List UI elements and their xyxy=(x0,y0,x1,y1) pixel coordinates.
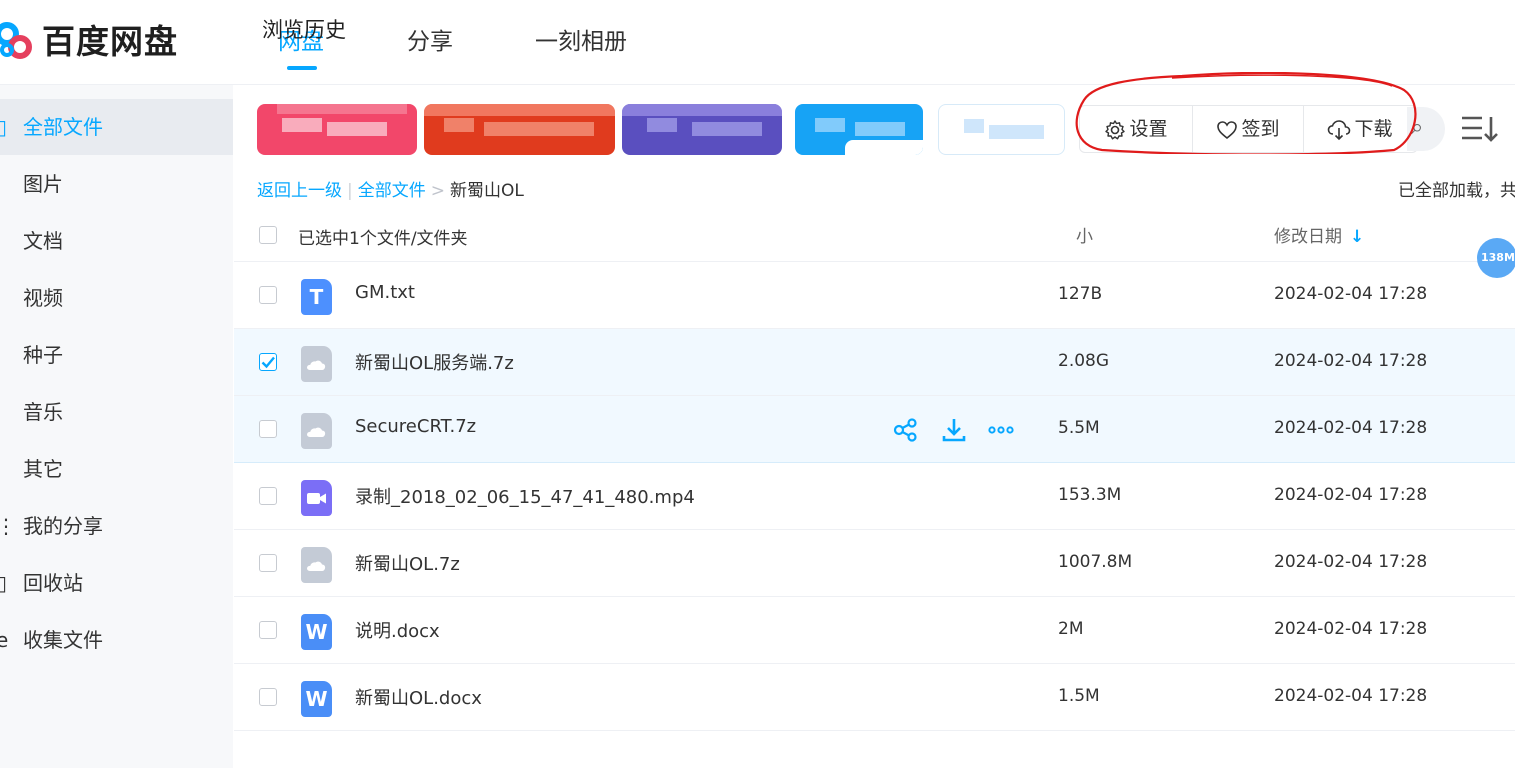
sidebar-item-others[interactable]: 其它 xyxy=(0,441,233,497)
promo-banner-5[interactable] xyxy=(938,104,1065,155)
sidebar: ▯ 全部文件 图片 文档 视频 种子 音乐 其它 ⋮ 我的分享 ▯ 回收站 e … xyxy=(0,85,233,768)
file-size: 127B xyxy=(1058,284,1103,304)
txt-file-icon: T xyxy=(301,279,332,315)
sidebar-item-videos[interactable]: 视频 xyxy=(0,270,233,326)
archive-file-icon xyxy=(301,547,332,583)
sidebar-item-label: 图片 xyxy=(23,172,63,196)
select-all-checkbox[interactable] xyxy=(259,226,277,244)
file-size: 5.5M xyxy=(1058,418,1100,438)
sidebar-item-images[interactable]: 图片 xyxy=(0,156,233,212)
row-checkbox[interactable] xyxy=(259,353,277,371)
file-name[interactable]: 说明.docx xyxy=(355,617,440,643)
file-list-header: 已选中1个文件/文件夹 小 修改日期 ↓ xyxy=(234,208,1515,262)
trash-icon: ▯ xyxy=(0,571,8,595)
archive-file-icon xyxy=(301,413,332,449)
tab-moment-album[interactable]: 一刻相册 xyxy=(535,22,627,56)
file-row[interactable]: 新蜀山OL服务端.7z 2.08G 2024-02-04 17:28 xyxy=(234,329,1515,396)
sidebar-item-label: 文档 xyxy=(23,229,63,253)
active-tab-indicator xyxy=(287,66,317,70)
sidebar-item-music[interactable]: 音乐 xyxy=(0,384,233,440)
promo-banner-4[interactable] xyxy=(795,104,923,155)
breadcrumb-back-link[interactable]: 返回上一级 xyxy=(257,181,342,201)
sidebar-item-label: 回收站 xyxy=(23,571,83,595)
share-icon[interactable] xyxy=(892,416,920,444)
sidebar-item-label: 全部文件 xyxy=(23,115,103,139)
file-size: 2.08G xyxy=(1058,351,1110,371)
sidebar-item-label: 我的分享 xyxy=(23,514,103,538)
row-checkbox[interactable] xyxy=(259,420,277,438)
sidebar-item-all-files[interactable]: ▯ 全部文件 xyxy=(0,99,233,155)
file-name[interactable]: 录制_2018_02_06_15_47_41_480.mp4 xyxy=(355,483,695,509)
sidebar-item-collect-files[interactable]: e 收集文件 xyxy=(0,612,233,668)
breadcrumb-current: 新蜀山OL xyxy=(449,181,524,201)
promo-banner-2[interactable] xyxy=(424,104,615,155)
file-name[interactable]: SecureCRT.7z xyxy=(355,416,476,437)
breadcrumb: 返回上一级 | 全部文件 > 新蜀山OL xyxy=(257,176,524,201)
sidebar-item-label: 收集文件 xyxy=(23,628,103,652)
row-checkbox[interactable] xyxy=(259,487,277,505)
row-checkbox[interactable] xyxy=(259,621,277,639)
sort-down-arrow-icon: ↓ xyxy=(1350,227,1365,247)
file-row[interactable]: W 说明.docx 2M 2024-02-04 17:28 xyxy=(234,597,1515,664)
file-size: 1007.8M xyxy=(1058,552,1133,572)
promo-banner-3[interactable] xyxy=(622,104,782,155)
annotation-red-circle xyxy=(1075,72,1417,154)
video-file-icon xyxy=(301,480,332,516)
file-date: 2024-02-04 17:28 xyxy=(1274,485,1428,505)
file-date: 2024-02-04 17:28 xyxy=(1274,619,1428,639)
file-date: 2024-02-04 17:28 xyxy=(1274,351,1428,371)
app-logo-text[interactable]: 百度网盘 xyxy=(42,15,178,63)
download-icon[interactable] xyxy=(940,416,968,444)
sidebar-item-label: 音乐 xyxy=(23,400,63,424)
file-date: 2024-02-04 17:28 xyxy=(1274,552,1428,572)
tab-share[interactable]: 分享 xyxy=(407,22,453,56)
file-size: 1.5M xyxy=(1058,686,1100,706)
promo-banner-1[interactable] xyxy=(257,104,417,155)
breadcrumb-root-link[interactable]: 全部文件 xyxy=(358,181,426,201)
breadcrumb-divider: | xyxy=(347,181,353,201)
file-name[interactable]: 新蜀山OL服务端.7z xyxy=(355,349,514,375)
breadcrumb-chevron-icon: > xyxy=(430,181,445,201)
load-status-text: 已全部加载，共 xyxy=(1398,181,1515,201)
file-date: 2024-02-04 17:28 xyxy=(1274,284,1428,304)
baidu-netdisk-logo-icon[interactable] xyxy=(0,14,36,62)
browse-history-label[interactable]: 浏览历史 xyxy=(262,14,346,44)
file-name[interactable]: GM.txt xyxy=(355,282,415,303)
sort-icon[interactable] xyxy=(1460,114,1500,144)
file-date: 2024-02-04 17:28 xyxy=(1274,686,1428,706)
file-row[interactable]: SecureCRT.7z 5.5M 2024-02-04 17:28 xyxy=(234,396,1515,463)
size-column-header[interactable]: 小 xyxy=(1076,222,1093,247)
sidebar-item-my-shares[interactable]: ⋮ 我的分享 xyxy=(0,498,233,554)
file-row[interactable]: 新蜀山OL.7z 1007.8M 2024-02-04 17:28 xyxy=(234,530,1515,597)
sidebar-item-documents[interactable]: 文档 xyxy=(0,213,233,269)
more-options-icon[interactable] xyxy=(987,416,1015,444)
word-file-icon: W xyxy=(301,681,332,717)
sidebar-item-label: 种子 xyxy=(23,343,63,367)
word-file-icon: W xyxy=(301,614,332,650)
file-date: 2024-02-04 17:28 xyxy=(1274,418,1428,438)
checkmark-icon xyxy=(261,356,275,369)
file-name[interactable]: 新蜀山OL.7z xyxy=(355,550,460,576)
row-checkbox[interactable] xyxy=(259,554,277,572)
archive-file-icon xyxy=(301,346,332,382)
sidebar-item-recycle-bin[interactable]: ▯ 回收站 xyxy=(0,555,233,611)
folder-icon: ▯ xyxy=(0,115,8,139)
file-row[interactable]: 录制_2018_02_06_15_47_41_480.mp4 153.3M 20… xyxy=(234,463,1515,530)
file-size: 2M xyxy=(1058,619,1084,639)
sidebar-item-label: 其它 xyxy=(23,457,63,481)
date-column-label: 修改日期 xyxy=(1274,227,1342,247)
collect-icon: e xyxy=(0,628,9,652)
file-name[interactable]: 新蜀山OL.docx xyxy=(355,684,482,710)
row-checkbox[interactable] xyxy=(259,286,277,304)
file-row[interactable]: T GM.txt 127B 2024-02-04 17:28 xyxy=(234,262,1515,329)
file-row[interactable]: W 新蜀山OL.docx 1.5M 2024-02-04 17:28 xyxy=(234,664,1515,731)
row-checkbox[interactable] xyxy=(259,688,277,706)
date-column-header[interactable]: 修改日期 ↓ xyxy=(1274,222,1364,247)
sidebar-item-label: 视频 xyxy=(23,286,63,310)
sidebar-item-torrents[interactable]: 种子 xyxy=(0,327,233,383)
file-size: 153.3M xyxy=(1058,485,1122,505)
share-icon: ⋮ xyxy=(0,514,16,538)
selection-count-label: 已选中1个文件/文件夹 xyxy=(298,229,468,249)
